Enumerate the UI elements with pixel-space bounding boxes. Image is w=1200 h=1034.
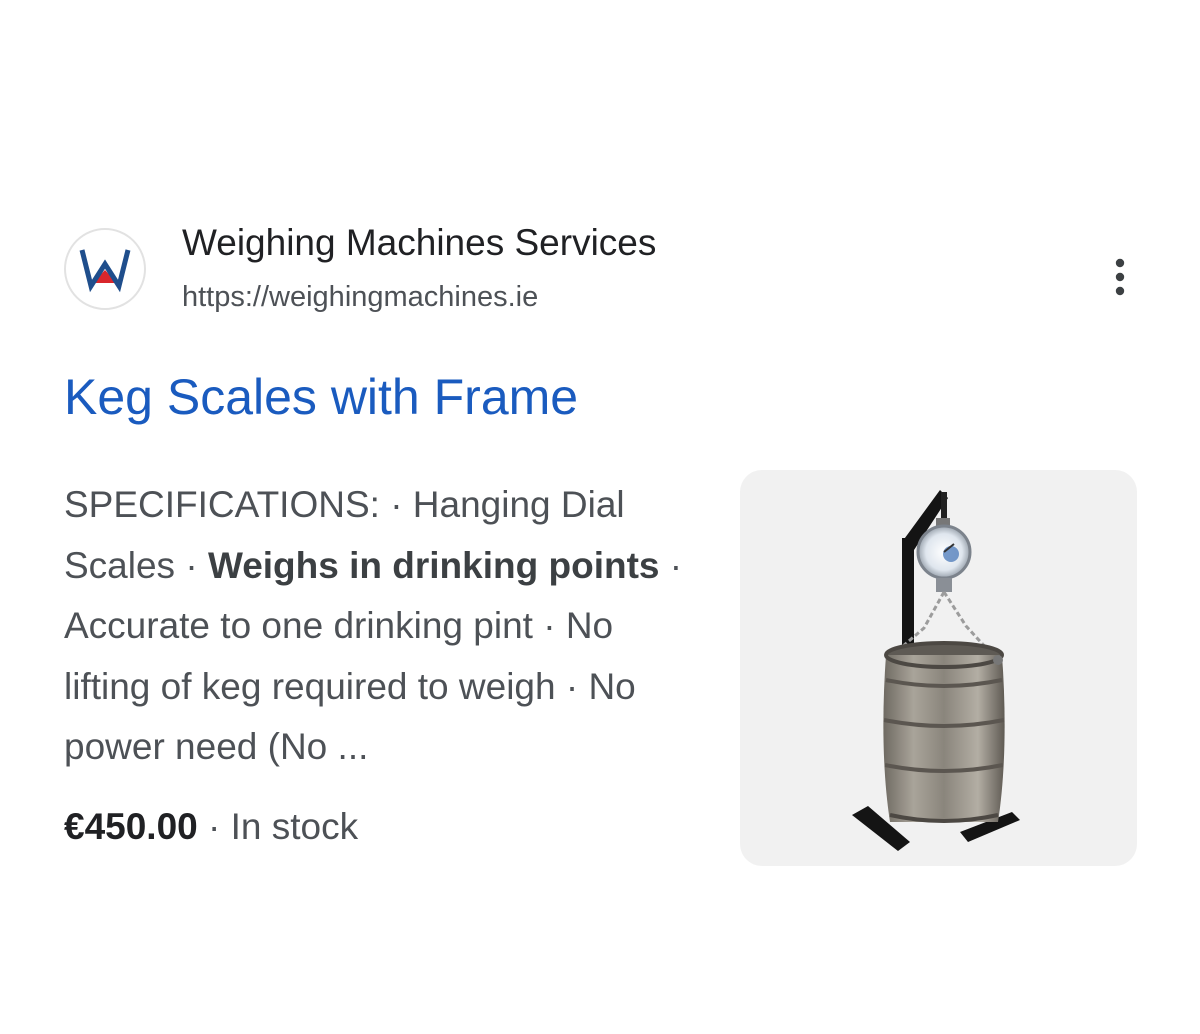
snippet-highlight: Weighs in drinking points	[207, 544, 660, 586]
result-snippet: SPECIFICATIONS: · Hanging Dial Scales · …	[64, 475, 704, 778]
price: €450.00	[64, 806, 198, 847]
product-meta: €450.00 · In stock	[64, 806, 358, 848]
result-thumbnail[interactable]	[740, 470, 1137, 866]
search-result: Weighing Machines Services https://weigh…	[0, 0, 1200, 1034]
keg-scale-image	[852, 490, 1020, 851]
site-url[interactable]: https://weighingmachines.ie	[182, 281, 538, 314]
more-vert-icon	[1115, 258, 1125, 296]
more-options-button[interactable]	[1100, 252, 1140, 302]
result-title-link[interactable]: Keg Scales with Frame	[64, 368, 578, 426]
meta-separator: ·	[197, 806, 231, 847]
site-name[interactable]: Weighing Machines Services	[182, 222, 656, 264]
site-logo[interactable]	[64, 228, 146, 310]
weighing-machines-logo-icon	[79, 249, 131, 293]
availability: In stock	[230, 806, 359, 847]
